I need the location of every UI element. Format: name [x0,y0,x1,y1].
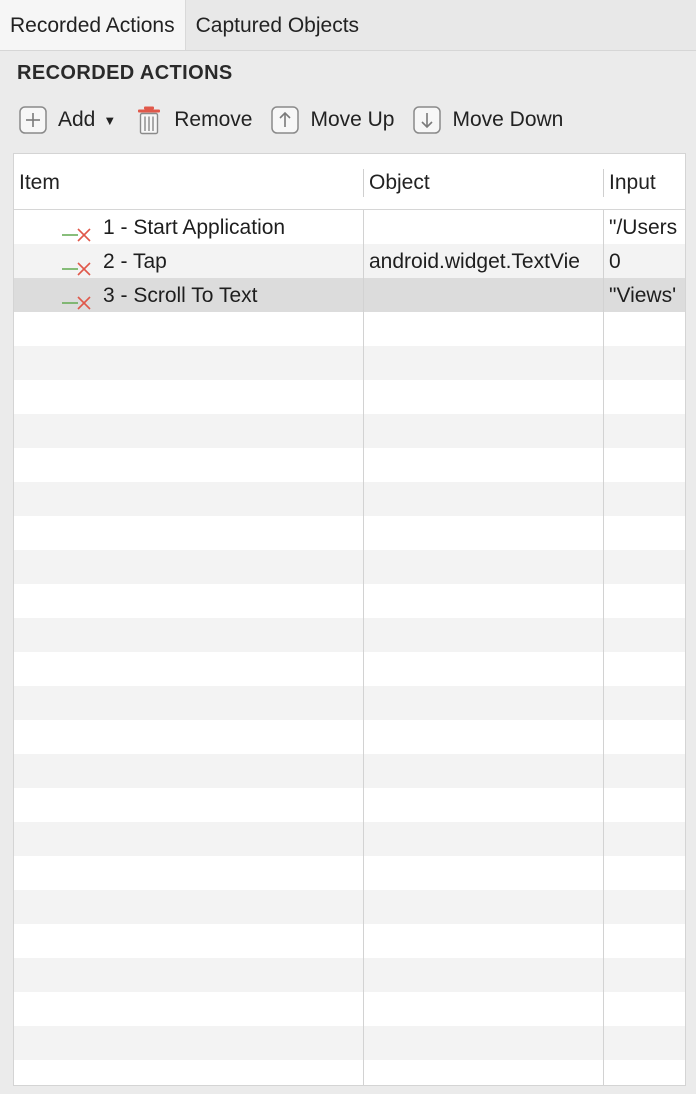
chevron-down-icon[interactable]: ▼ [103,113,116,128]
table-row[interactable]: 3 - Scroll To Text "Views' [14,278,685,312]
disabled-action-icon [62,253,92,276]
section-title: RECORDED ACTIONS [17,62,233,84]
column-header-input[interactable]: Input [609,154,656,209]
empty-row [14,890,685,924]
cell-input: "/Users [609,216,678,239]
plus-square-icon [18,105,48,135]
empty-row [14,1026,685,1060]
tab-bar: Recorded Actions Captured Objects [0,0,696,51]
cell-item: 2 - Tap [62,244,362,278]
disabled-action-icon [62,287,92,310]
column-header-object[interactable]: Object [369,154,430,209]
item-label: 2 - Tap [103,250,167,273]
empty-row [14,414,685,448]
disabled-action-icon [62,219,92,242]
empty-row [14,550,685,584]
empty-row [14,516,685,550]
move-down-button[interactable]: Move Down [412,103,563,137]
table-body: 1 - Start Application "/Users 2 - Tap an… [14,210,685,1085]
empty-row [14,754,685,788]
move-up-button[interactable]: Move Up [270,103,394,137]
empty-row [14,618,685,652]
cell-input: "Views' [609,284,677,307]
table-row[interactable]: 2 - Tap android.widget.TextVie 0 [14,244,685,278]
empty-row [14,856,685,890]
empty-row [14,652,685,686]
column-resize-handle[interactable] [603,169,604,197]
arrow-up-square-icon [270,105,300,135]
empty-row [14,312,685,346]
move-up-button-label: Move Up [310,108,395,131]
empty-row [14,924,685,958]
tab-captured-objects[interactable]: Captured Objects [186,0,369,50]
cell-object [369,210,604,244]
empty-row [14,992,685,1026]
recorded-actions-table: Item Object Input 1 - Start Application … [13,153,686,1086]
move-down-button-label: Move Down [452,108,564,131]
remove-button[interactable]: Remove [134,103,252,137]
empty-row [14,1060,685,1085]
empty-row [14,788,685,822]
column-header-item[interactable]: Item [19,154,60,209]
column-divider [363,210,364,1085]
cell-item: 1 - Start Application [62,210,362,244]
trash-icon [134,105,164,135]
column-divider [603,210,604,1085]
table-header: Item Object Input [14,154,685,210]
empty-row [14,720,685,754]
empty-row [14,686,685,720]
empty-row [14,346,685,380]
empty-row [14,958,685,992]
cell-input: 0 [609,250,621,273]
empty-row [14,822,685,856]
item-label: 3 - Scroll To Text [103,284,258,307]
item-label: 1 - Start Application [103,216,286,239]
cell-object [369,278,604,312]
arrow-down-square-icon [412,105,442,135]
empty-row [14,448,685,482]
toolbar: Add ▼ Remove Move Up Move Down [18,103,581,137]
add-button-label: Add [58,108,96,131]
empty-row [14,380,685,414]
remove-button-label: Remove [174,108,253,131]
cell-item: 3 - Scroll To Text [62,278,362,312]
table-row[interactable]: 1 - Start Application "/Users [14,210,685,244]
empty-row [14,584,685,618]
empty-row [14,482,685,516]
add-button[interactable]: Add ▼ [18,103,116,137]
cell-object: android.widget.TextVie [369,250,580,273]
column-resize-handle[interactable] [363,169,364,197]
tab-recorded-actions[interactable]: Recorded Actions [0,0,186,50]
